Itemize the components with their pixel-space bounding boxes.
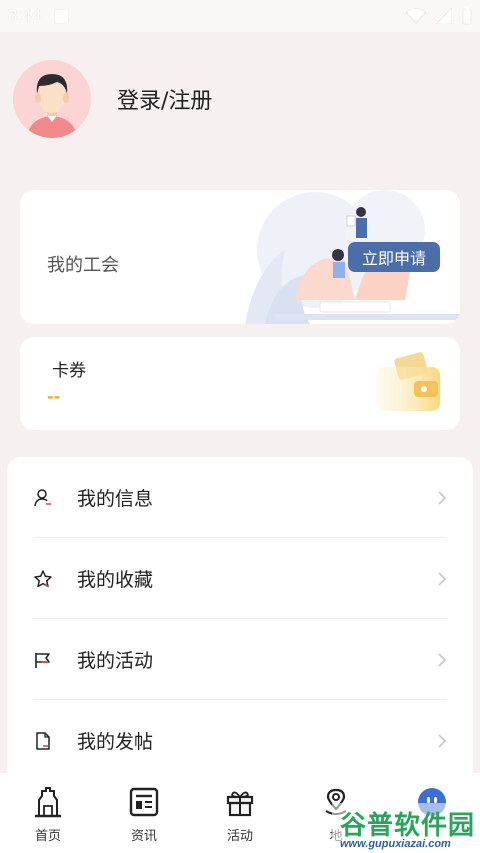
tab-label: 活动 — [226, 829, 253, 844]
watermark-brand: 谷普软件园 — [340, 810, 476, 840]
menu-item-label: 我的活动 — [77, 650, 154, 672]
tab-activities[interactable]: 活动 — [192, 785, 288, 853]
news-icon — [127, 785, 161, 819]
tab-label: 资讯 — [130, 829, 157, 844]
star-icon — [33, 569, 53, 589]
tab-home[interactable]: 首页 — [0, 785, 96, 853]
union-card-label: 我的工会 — [47, 255, 119, 276]
battery-icon — [462, 7, 472, 25]
notification-icon — [55, 9, 69, 23]
document-icon — [33, 731, 53, 751]
flag-icon — [33, 650, 53, 670]
menu-list: 我的信息 我的收藏 我的活动 我的发帖 — [7, 457, 473, 787]
menu-item-label: 我的信息 — [77, 488, 154, 510]
status-time: 3:44 — [8, 6, 42, 25]
coupon-value: -- — [47, 387, 61, 406]
tab-news[interactable]: 资讯 — [96, 785, 192, 853]
menu-item-my-activities[interactable]: 我的活动 — [33, 619, 447, 700]
menu-item-label: 我的发帖 — [77, 731, 154, 753]
profile-header: 登录/注册 — [13, 60, 212, 138]
home-monument-icon — [31, 785, 65, 819]
menu-item-my-info[interactable]: 我的信息 — [33, 457, 447, 538]
union-card[interactable]: 我的工会 立即申请 — [20, 190, 460, 324]
wifi-icon — [406, 8, 426, 24]
coupon-title: 卡券 — [52, 361, 86, 381]
chevron-right-icon — [438, 490, 447, 505]
status-bar: 3:44 — [0, 0, 480, 32]
gift-icon — [223, 785, 257, 819]
watermark: 谷普软件园 www.gupuxiazai.com — [332, 803, 480, 853]
menu-item-my-favorites[interactable]: 我的收藏 — [33, 538, 447, 619]
chevron-right-icon — [438, 733, 447, 748]
watermark-url: www.gupuxiazai.com — [340, 838, 451, 850]
signal-icon — [436, 8, 452, 24]
user-icon — [33, 488, 53, 508]
login-register-link[interactable]: 登录/注册 — [117, 83, 212, 115]
apply-now-button[interactable]: 立即申请 — [348, 242, 440, 272]
status-icons — [406, 7, 472, 25]
tab-label: 首页 — [34, 829, 61, 844]
chevron-right-icon — [438, 571, 447, 586]
avatar[interactable] — [13, 60, 91, 138]
wallet-icon — [376, 352, 440, 411]
menu-item-my-posts[interactable]: 我的发帖 — [33, 700, 447, 781]
chevron-right-icon — [438, 652, 447, 667]
coupon-card[interactable]: 卡券 -- — [20, 337, 460, 430]
menu-item-label: 我的收藏 — [77, 569, 154, 591]
